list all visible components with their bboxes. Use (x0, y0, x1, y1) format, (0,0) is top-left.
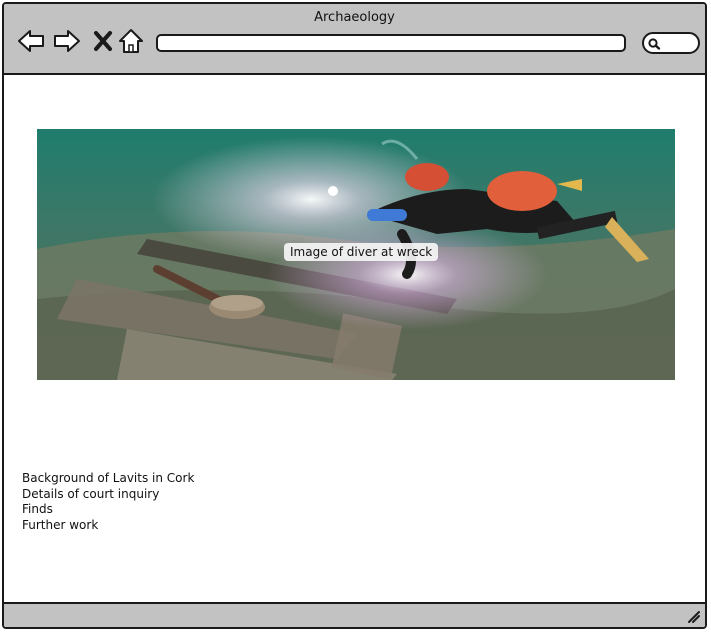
address-bar[interactable] (156, 34, 626, 52)
home-icon (119, 29, 143, 53)
link-further-work[interactable]: Further work (22, 518, 194, 534)
page-content: Image of diver at wreck Background of La… (4, 75, 705, 606)
forward-arrow-icon (54, 30, 80, 52)
link-court-inquiry[interactable]: Details of court inquiry (22, 487, 194, 503)
close-icon (94, 31, 112, 51)
search-field[interactable] (642, 32, 700, 54)
hero-image: Image of diver at wreck (37, 129, 675, 380)
window-title: Archaeology (314, 10, 395, 25)
link-background[interactable]: Background of Lavits in Cork (22, 471, 194, 487)
link-finds[interactable]: Finds (22, 502, 194, 518)
browser-window: Archaeology Image of diver at wreck Back… (2, 2, 707, 629)
home-button[interactable] (116, 26, 146, 56)
back-button[interactable] (16, 26, 46, 56)
section-link-list: Background of Lavits in Cork Details of … (22, 471, 194, 533)
stop-button[interactable] (88, 26, 118, 56)
resize-grip-icon[interactable] (687, 610, 701, 624)
browser-toolbar: Archaeology (4, 4, 705, 75)
status-bar (4, 602, 705, 627)
forward-button[interactable] (52, 26, 82, 56)
back-arrow-icon (18, 30, 44, 52)
image-caption: Image of diver at wreck (284, 243, 439, 261)
search-icon (648, 38, 661, 50)
